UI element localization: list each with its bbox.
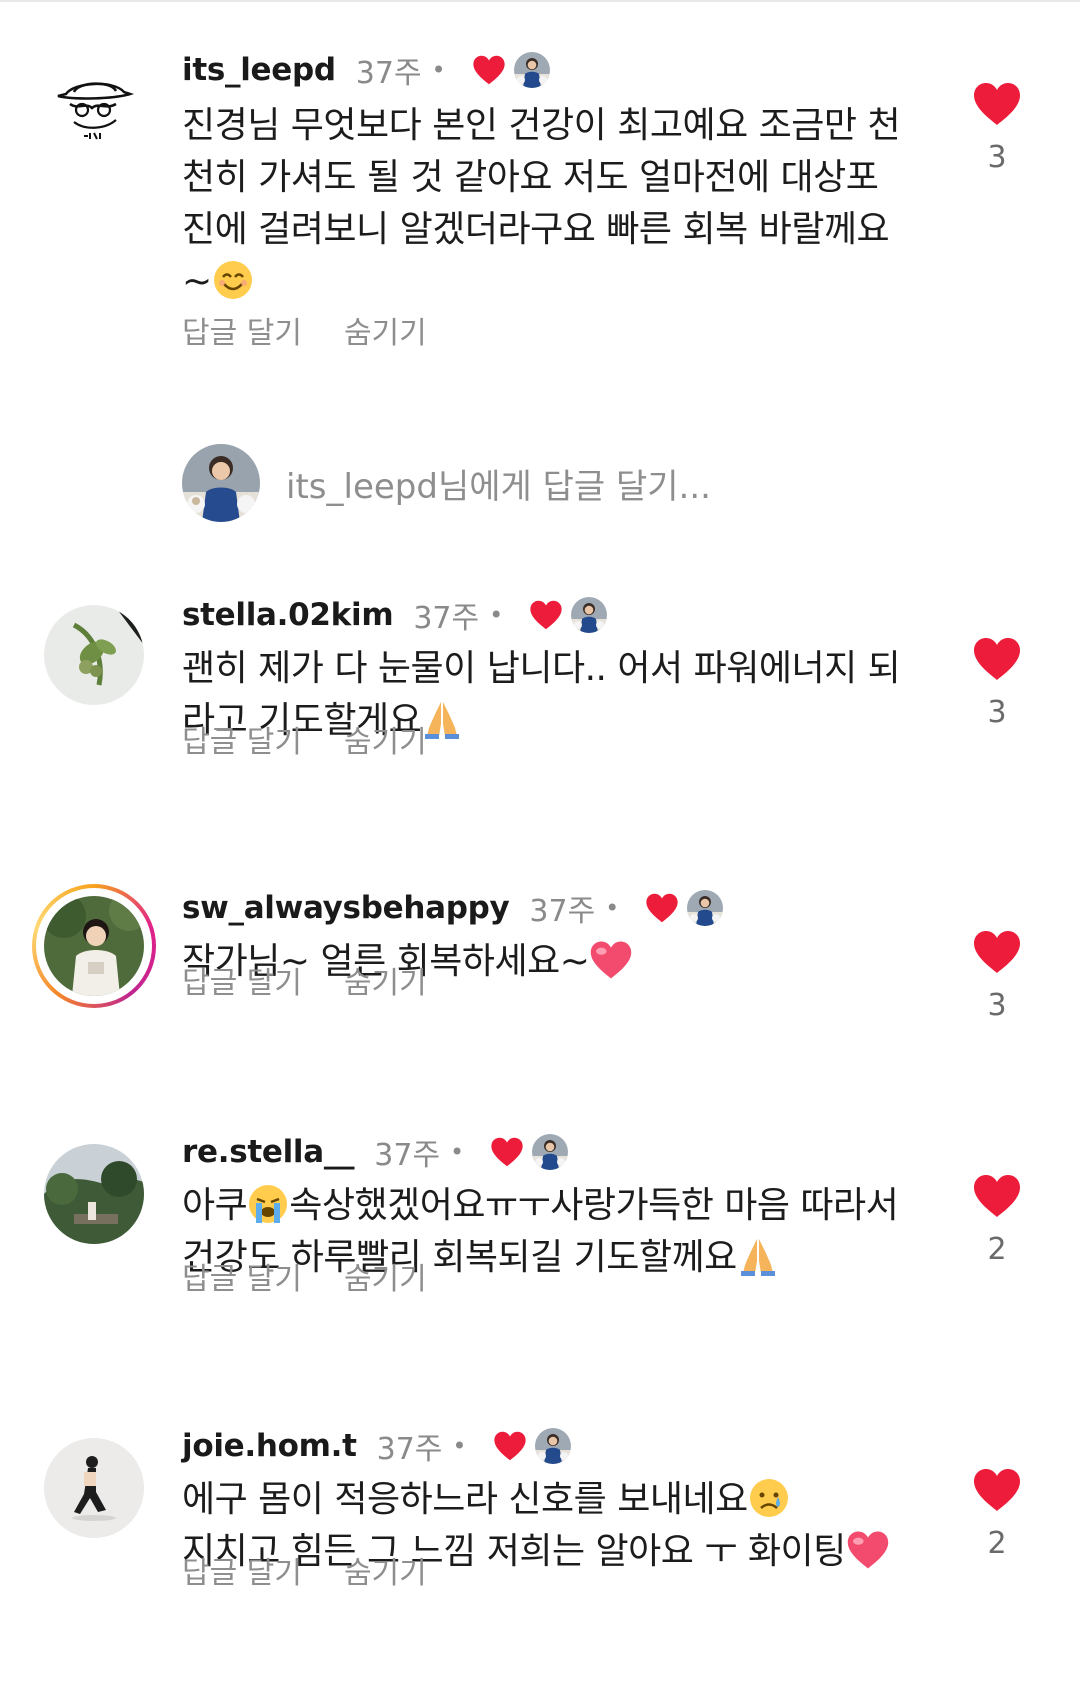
pink-heart-emoji	[847, 1531, 889, 1569]
sad-tear-face-emoji	[749, 1479, 788, 1517]
author-mini-avatar	[532, 1134, 568, 1170]
comment-actions: 답글 달기 숨기기	[182, 308, 427, 352]
comment-text: 진경님 무엇보다 본인 건강이 최고예요 조금만 천천히 가셔도 될 것 같아요…	[182, 105, 901, 302]
hide-button[interactable]: 숨기기	[344, 717, 427, 761]
timestamp[interactable]: 37주	[377, 1424, 443, 1468]
like-heart-icon[interactable]	[972, 1468, 1022, 1512]
author-mini-avatar	[514, 52, 550, 88]
reply-input-row[interactable]: its_leepd님에게 답글 달기...	[182, 443, 711, 523]
like-heart-icon[interactable]	[972, 82, 1022, 126]
like-count[interactable]: 3	[960, 140, 1034, 175]
top-divider	[0, 0, 1080, 2]
author-mini-avatar	[687, 890, 723, 926]
username[interactable]: its_leepd	[182, 52, 336, 88]
current-user-avatar	[182, 444, 260, 522]
praying-hands-emoji	[740, 1239, 775, 1276]
praying-hands-emoji	[425, 702, 460, 739]
pink-heart-emoji	[591, 941, 632, 979]
avatar[interactable]	[44, 605, 144, 705]
avatar[interactable]	[44, 896, 144, 996]
username[interactable]: joie.hom.t	[182, 1428, 357, 1464]
avatar[interactable]	[44, 64, 144, 164]
like-count[interactable]: 3	[960, 695, 1034, 730]
reply-input-placeholder[interactable]: its_leepd님에게 답글 달기...	[286, 459, 711, 508]
separator-dot: •	[452, 1432, 467, 1460]
username[interactable]: sw_alwaysbehappy	[182, 890, 510, 926]
separator-dot: •	[431, 56, 446, 84]
like-heart-icon[interactable]	[972, 1174, 1022, 1218]
author-liked-heart-icon	[529, 600, 563, 630]
separator-dot: •	[450, 1138, 465, 1166]
hide-button[interactable]: 숨기기	[344, 958, 427, 1002]
like-count[interactable]: 2	[960, 1232, 1034, 1267]
like-heart-icon[interactable]	[972, 930, 1022, 974]
username[interactable]: re.stella__	[182, 1134, 355, 1170]
author-liked-heart-icon	[490, 1137, 524, 1167]
separator-dot: •	[605, 894, 620, 922]
hide-button[interactable]: 숨기기	[344, 308, 427, 352]
author-liked-heart-icon	[493, 1431, 527, 1461]
username[interactable]: stella.02kim	[182, 597, 394, 633]
like-count[interactable]: 2	[960, 1526, 1034, 1561]
comment-actions: 답글 달기 숨기기	[182, 1254, 427, 1298]
comment-actions: 답글 달기 숨기기	[182, 958, 427, 1002]
comment-actions: 답글 달기 숨기기	[182, 717, 427, 761]
reply-button[interactable]: 답글 달기	[182, 1254, 302, 1298]
hide-button[interactable]: 숨기기	[344, 1254, 427, 1298]
timestamp[interactable]: 37주	[374, 1130, 440, 1174]
reply-button[interactable]: 답글 달기	[182, 958, 302, 1002]
timestamp[interactable]: 37주	[529, 886, 595, 930]
story-ring[interactable]	[32, 884, 156, 1008]
hide-button[interactable]: 숨기기	[344, 1548, 427, 1592]
timestamp[interactable]: 37주	[356, 48, 422, 92]
comment-actions: 답글 달기 숨기기	[182, 1548, 427, 1592]
reply-button[interactable]: 답글 달기	[182, 717, 302, 761]
like-count[interactable]: 3	[960, 988, 1034, 1023]
like-heart-icon[interactable]	[972, 637, 1022, 681]
avatar[interactable]	[44, 1144, 144, 1244]
crying-face-emoji	[249, 1185, 288, 1223]
smiling-face-emoji	[213, 261, 252, 299]
author-mini-avatar	[571, 597, 607, 633]
author-liked-heart-icon	[472, 55, 506, 85]
author-liked-heart-icon	[645, 893, 679, 923]
separator-dot: •	[489, 601, 504, 629]
reply-button[interactable]: 답글 달기	[182, 1548, 302, 1592]
timestamp[interactable]: 37주	[413, 593, 479, 637]
author-mini-avatar	[535, 1428, 571, 1464]
avatar[interactable]	[44, 1438, 144, 1538]
reply-button[interactable]: 답글 달기	[182, 308, 302, 352]
